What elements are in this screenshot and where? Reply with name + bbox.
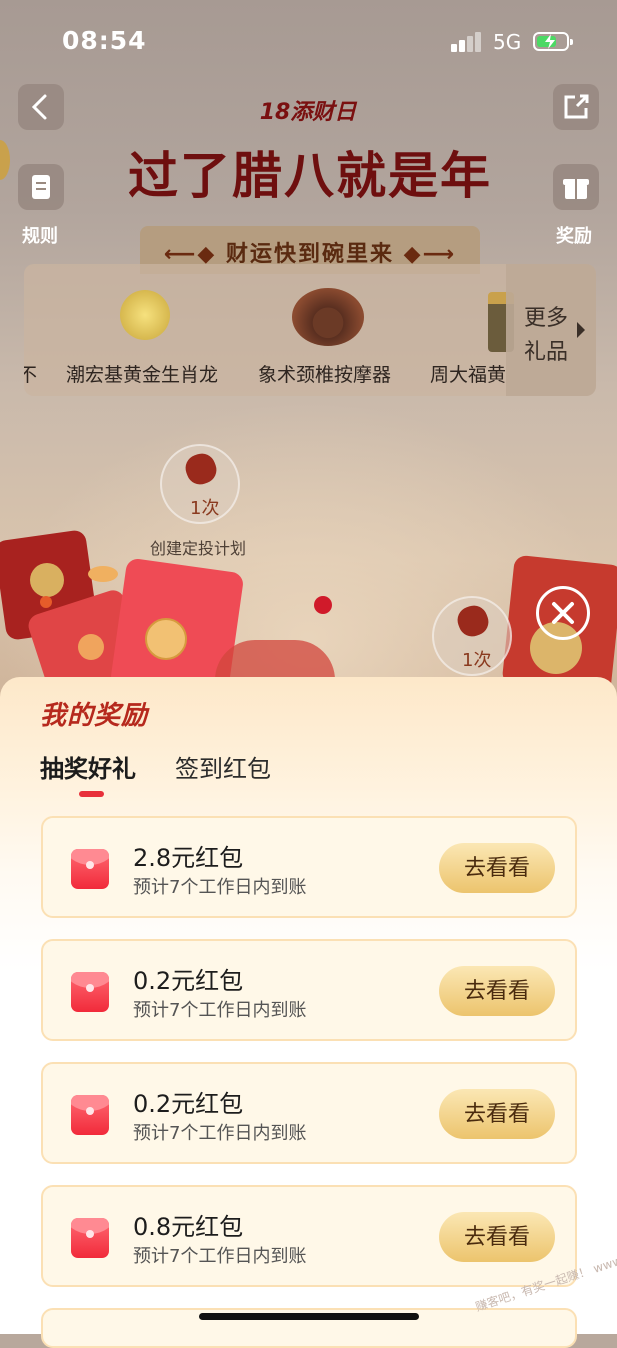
rewards-sheet: 我的奖励 抽奖好礼 签到红包 2.8元红包 预计7个工作日内到账 去看看 0.2… xyxy=(0,677,617,1348)
coin-icon xyxy=(30,563,64,597)
signal-icon xyxy=(451,30,485,52)
chevron-right-icon xyxy=(577,322,585,338)
red-envelope-icon xyxy=(71,972,109,1012)
reward-note: 预计7个工作日内到账 xyxy=(133,1246,307,1267)
red-envelope-icon xyxy=(71,849,109,889)
splash-decoration xyxy=(215,640,335,680)
red-bead-decoration xyxy=(314,596,332,614)
task-count: 1次 xyxy=(190,498,220,519)
gift-icon xyxy=(563,179,589,199)
close-button[interactable] xyxy=(536,586,590,640)
tab-lottery-gifts[interactable]: 抽奖好礼 xyxy=(40,749,136,784)
reward-card: 0.8元红包 预计7个工作日内到账 去看看 xyxy=(41,1185,577,1287)
battery-icon xyxy=(533,32,573,51)
reward-amount: 0.2元红包 xyxy=(133,1090,244,1118)
red-envelope-icon xyxy=(71,1095,109,1135)
jujube-icon xyxy=(453,601,493,641)
reward-card: 0.2元红包 预计7个工作日内到账 去看看 xyxy=(41,1062,577,1164)
rewards-button[interactable] xyxy=(553,164,599,210)
red-envelope-icon xyxy=(71,1218,109,1258)
red-bead-decoration xyxy=(40,596,52,608)
share-icon xyxy=(564,94,589,119)
prize-name: 象术颈椎按摩器 xyxy=(258,364,392,386)
rules-label[interactable]: 规则 xyxy=(22,222,58,248)
task-label: 创建定投计划 xyxy=(150,539,247,558)
status-bar: 08:54 5G xyxy=(0,0,617,80)
task-count: 1次 xyxy=(462,650,492,671)
prize-name: 潮宏基黄金生肖龙 xyxy=(66,364,219,386)
reward-note: 预计7个工作日内到账 xyxy=(133,1000,307,1021)
jujube-icon xyxy=(181,449,221,489)
share-button[interactable] xyxy=(553,84,599,130)
sheet-title: 我的奖励 xyxy=(40,701,149,731)
reward-note: 预计7个工作日内到账 xyxy=(133,877,307,898)
coin-icon xyxy=(145,618,187,660)
reward-amount: 2.8元红包 xyxy=(133,844,244,872)
reward-amount: 0.2元红包 xyxy=(133,967,244,995)
rules-button[interactable] xyxy=(18,164,64,210)
close-icon xyxy=(552,602,574,624)
view-button[interactable]: 去看看 xyxy=(439,843,555,893)
event-subtitle-text: 18添财日 xyxy=(259,100,357,125)
status-time: 08:54 xyxy=(62,26,147,55)
coin-icon xyxy=(88,566,118,582)
coin-icon xyxy=(78,634,104,660)
page-title: 过了腊八就是年 xyxy=(128,146,492,205)
event-subtitle: 18添财日 xyxy=(224,96,392,130)
view-button[interactable]: 去看看 xyxy=(439,966,555,1016)
view-button[interactable]: 去看看 xyxy=(439,1212,555,1262)
reward-card: 2.8元红包 预计7个工作日内到账 去看看 xyxy=(41,816,577,918)
tab-indicator xyxy=(79,791,104,797)
rewards-label[interactable]: 奖励 xyxy=(556,222,592,248)
reward-note: 预计7个工作日内到账 xyxy=(133,1123,307,1144)
prize-name: 周大福黄 xyxy=(430,364,507,386)
more-gifts-label-2: 礼品 xyxy=(524,340,569,365)
document-icon xyxy=(32,175,50,199)
reward-card: 0.2元红包 预计7个工作日内到账 去看看 xyxy=(41,939,577,1041)
network-type: 5G xyxy=(493,30,522,54)
chevron-left-icon xyxy=(31,94,47,120)
view-button[interactable]: 去看看 xyxy=(439,1089,555,1139)
more-gifts-label-1: 更多 xyxy=(524,306,569,331)
home-indicator[interactable] xyxy=(199,1313,419,1320)
tab-checkin-redpacket[interactable]: 签到红包 xyxy=(175,749,271,784)
gold-dragon-image xyxy=(120,290,170,340)
prize-name: 不 xyxy=(24,364,38,386)
reward-amount: 0.8元红包 xyxy=(133,1213,244,1241)
back-button[interactable] xyxy=(18,84,64,130)
more-gifts-button[interactable]: 更多 礼品 xyxy=(506,264,596,396)
coin-icon xyxy=(0,140,10,180)
neck-massager-image xyxy=(292,288,364,346)
